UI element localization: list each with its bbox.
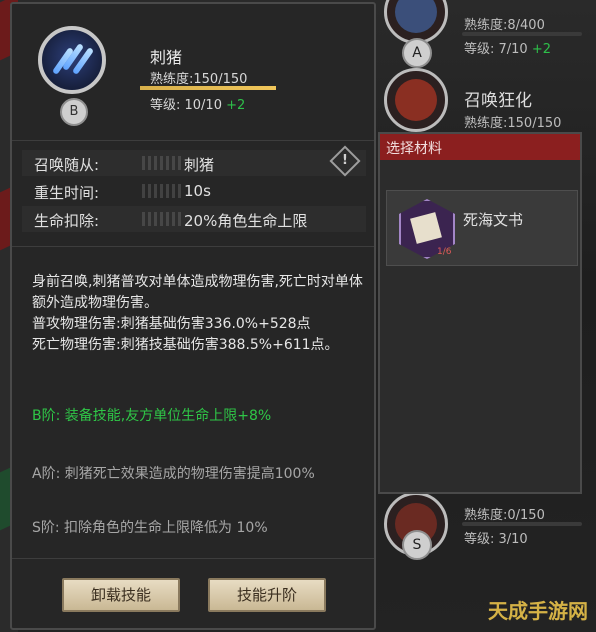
- proficiency-text: 熟练度:150/150: [150, 72, 248, 87]
- tier-s-description: S阶: 扣除角色的生命上限降低为 10%: [32, 520, 268, 536]
- skill-title: 刺猪: [150, 48, 183, 67]
- fist-skill-icon: [384, 68, 448, 132]
- attribute-key: 生命扣除:: [34, 212, 100, 230]
- attribute-row-summon: 召唤随从: 刺猪 !: [22, 145, 366, 177]
- proficiency-bar: [462, 32, 582, 36]
- material-item[interactable]: 1/6 死海文书: [386, 190, 578, 266]
- rank-badge: S: [402, 530, 432, 560]
- info-icon[interactable]: !: [329, 145, 361, 177]
- proficiency-text: 熟练度:0/150: [464, 508, 545, 523]
- upgrade-skill-button[interactable]: 技能升阶: [208, 578, 326, 612]
- skill-description: 身前召唤,刺猪普攻对单体造成物理伤害,死亡时对单体额外造成物理伤害。 普攻物理伤…: [32, 274, 363, 353]
- skill-detail-panel: B 刺猪 熟练度:150/150 等级: 10/10 +2 召唤随从: 刺猪 !…: [10, 2, 376, 630]
- level-text: 等级: 7/10 +2: [464, 42, 552, 57]
- material-name: 死海文书: [463, 211, 524, 229]
- rank-badge: B: [60, 98, 88, 126]
- proficiency-bar: [462, 522, 582, 526]
- level-text: 等级: 10/10 +2: [150, 98, 246, 113]
- attribute-row-respawn: 重生时间: 10s: [22, 178, 366, 204]
- divider: [12, 246, 374, 247]
- skill-list-item[interactable]: 召唤狂化 熟练度:150/150: [378, 68, 596, 138]
- material-select-popup: 选择材料 1/6 死海文书: [378, 132, 582, 494]
- material-count: 1/6: [437, 247, 452, 257]
- rank-badge: A: [402, 38, 432, 68]
- attribute-key: 重生时间:: [34, 184, 100, 202]
- level-text: 等级: 3/10: [464, 532, 528, 547]
- attribute-value: 10s: [184, 182, 211, 200]
- attribute-value: 20%角色生命上限: [184, 212, 308, 230]
- skill-list-item[interactable]: A 熟练度:8/400 等级: 7/10 +2: [378, 0, 596, 68]
- attribute-key: 召唤随从:: [34, 156, 100, 174]
- tier-a-description: A阶: 刺猪死亡效果造成的物理伤害提高100%: [32, 466, 315, 482]
- unequip-skill-button[interactable]: 卸载技能: [62, 578, 180, 612]
- attribute-row-health-cost: 生命扣除: 20%角色生命上限: [22, 206, 366, 232]
- popup-header: 选择材料: [380, 134, 580, 160]
- divider: [12, 140, 374, 141]
- popup-title: 选择材料: [386, 141, 442, 157]
- row-dash: [142, 156, 182, 170]
- claw-skill-icon: [38, 26, 106, 94]
- proficiency-text: 熟练度:8/400: [464, 18, 545, 33]
- skill-list-item[interactable]: S 熟练度:0/150 等级: 3/10: [378, 488, 596, 560]
- row-dash: [142, 184, 182, 198]
- row-dash: [142, 212, 182, 226]
- skill-name: 召唤狂化: [464, 91, 532, 111]
- tier-b-description: B阶: 装备技能,友方单位生命上限+8%: [32, 408, 272, 424]
- proficiency-text: 熟练度:150/150: [464, 116, 562, 131]
- proficiency-bar: [140, 86, 276, 90]
- divider: [12, 558, 374, 559]
- attribute-value: 刺猪: [184, 156, 215, 174]
- watermark-text: 天成手游网: [488, 599, 588, 623]
